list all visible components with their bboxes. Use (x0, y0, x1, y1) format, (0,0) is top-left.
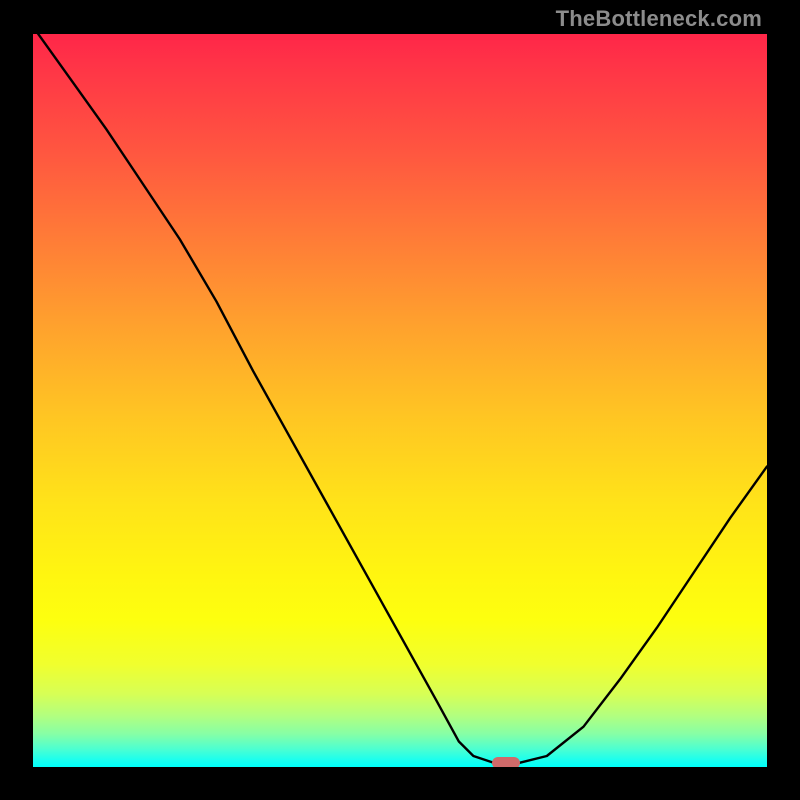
bottleneck-curve (33, 34, 767, 767)
plot-area (33, 34, 767, 767)
chart-frame: TheBottleneck.com (0, 0, 800, 800)
optimal-marker (492, 757, 520, 767)
watermark-text: TheBottleneck.com (556, 6, 762, 32)
